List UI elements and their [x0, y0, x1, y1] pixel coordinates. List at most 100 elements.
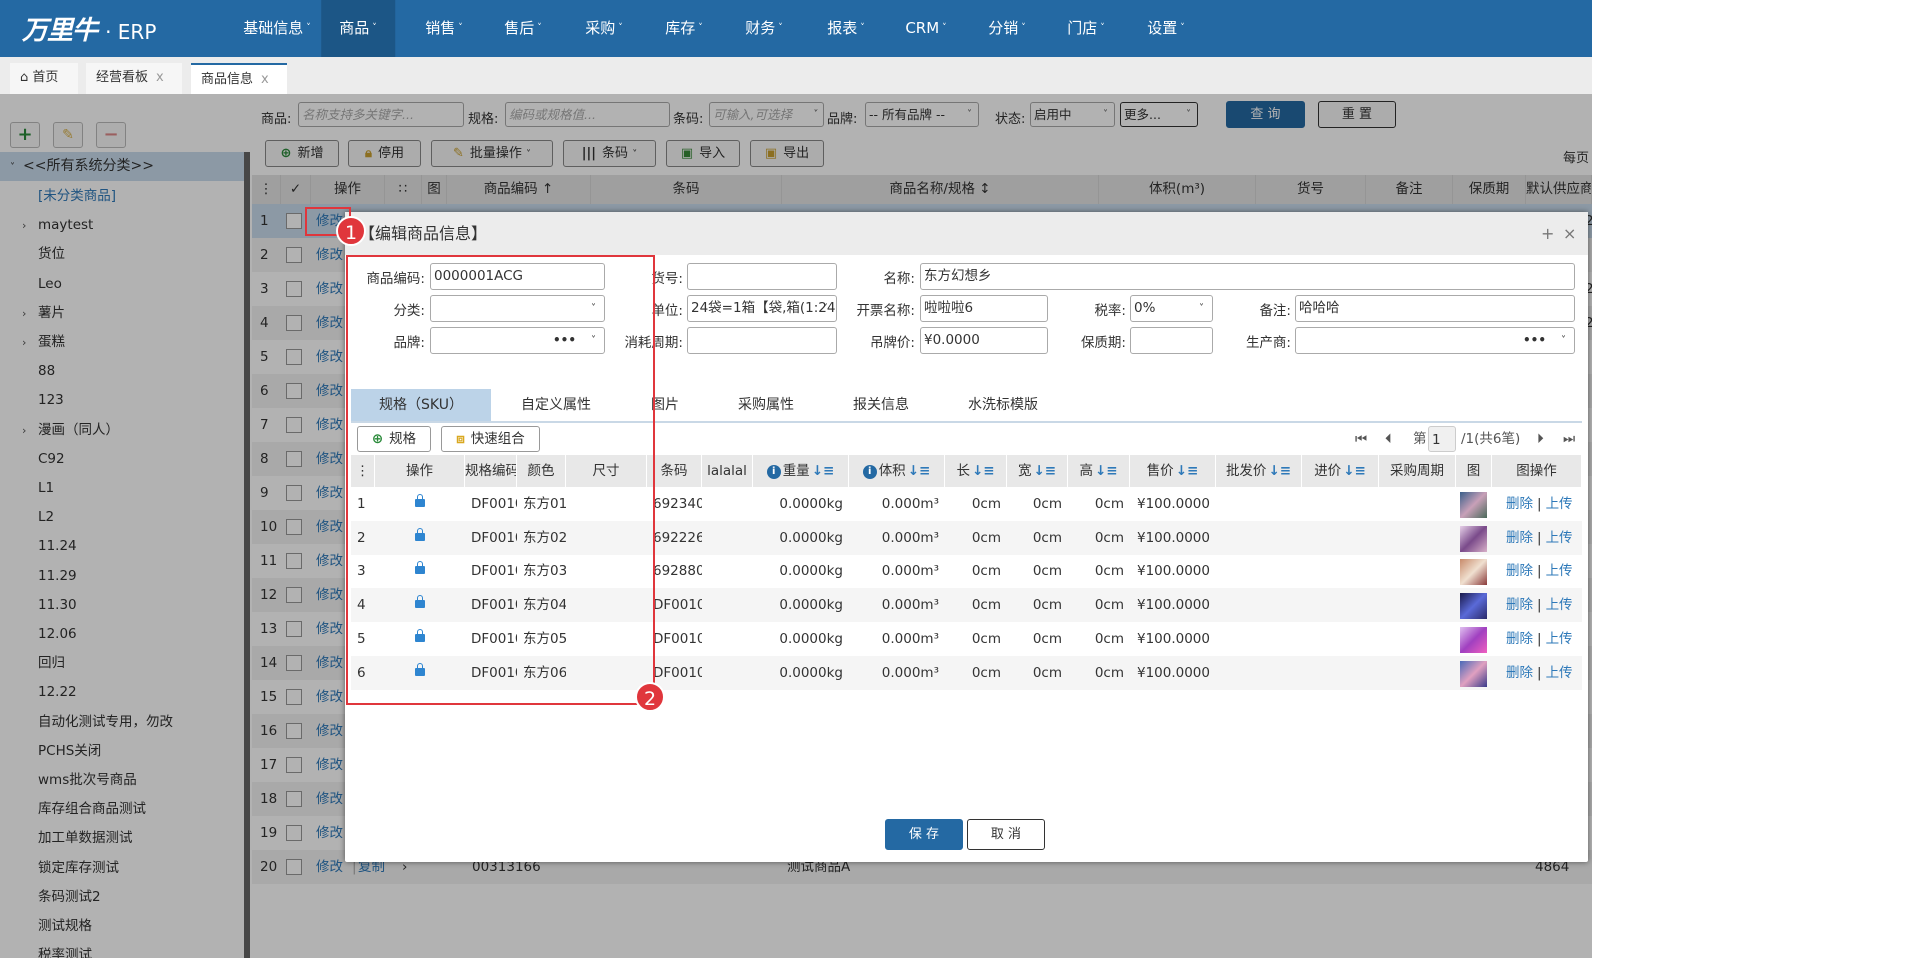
- delete-image-link[interactable]: 删除: [1506, 665, 1533, 681]
- chevron-down-icon[interactable]: ˅: [1561, 328, 1566, 353]
- sku-column-header[interactable]: 图: [1456, 455, 1492, 487]
- sort-icon[interactable]: ↓≡: [1343, 463, 1366, 479]
- tab-3[interactable]: 采购属性: [711, 389, 821, 421]
- home-icon: ⌂: [20, 70, 29, 85]
- upload-image-link[interactable]: 上传: [1546, 530, 1573, 546]
- sku-image-thumbnail[interactable]: [1460, 492, 1487, 518]
- sku-image-thumbnail[interactable]: [1460, 559, 1487, 586]
- spec-height: 0cm: [1094, 529, 1124, 546]
- delete-image-link[interactable]: 删除: [1506, 563, 1533, 579]
- spec-volume: 0.000m³: [881, 597, 939, 614]
- sku-column-header[interactable]: 图操作: [1492, 455, 1582, 487]
- nav-item[interactable]: 设置 ˅: [1147, 0, 1185, 57]
- sku-image-thumbnail[interactable]: [1460, 660, 1487, 687]
- chevron-down-icon[interactable]: ˅: [823, 296, 828, 321]
- sku-column-header[interactable]: 宽 ↓≡: [1007, 455, 1068, 487]
- sku-column-header[interactable]: 售价 ↓≡: [1130, 455, 1216, 487]
- spec-weight: 0.0000kg: [779, 630, 843, 647]
- sku-column-header[interactable]: 条码: [647, 455, 702, 487]
- upload-image-link[interactable]: 上传: [1546, 665, 1573, 681]
- tax-rate-select[interactable]: 0% ˅: [1130, 295, 1213, 322]
- field-label: 保质期:: [1080, 335, 1126, 351]
- upload-image-link[interactable]: 上传: [1546, 563, 1573, 579]
- sort-icon[interactable]: ↓≡: [972, 463, 995, 479]
- last-page-icon[interactable]: ⏭: [1563, 426, 1575, 452]
- tab-dashboard[interactable]: 经营看板 x: [86, 63, 182, 94]
- nav-item-label: 分销: [988, 19, 1019, 37]
- upload-image-link[interactable]: 上传: [1546, 496, 1573, 512]
- chevron-down-icon[interactable]: ˅: [1199, 296, 1204, 321]
- header-label: 长: [956, 463, 970, 479]
- sku-image-thumbnail[interactable]: [1460, 626, 1487, 653]
- sku-column-header[interactable]: 高 ↓≡: [1068, 455, 1130, 487]
- annotation-badge-1: 1: [336, 216, 366, 246]
- page-input[interactable]: 1: [1428, 426, 1456, 452]
- sort-icon[interactable]: ↓≡: [1033, 463, 1056, 479]
- nav-item[interactable]: 基础信息 ˅: [243, 0, 311, 57]
- first-page-icon[interactable]: ⏮: [1355, 426, 1367, 452]
- delete-image-link[interactable]: 删除: [1506, 631, 1533, 647]
- close-icon[interactable]: ×: [1563, 212, 1576, 255]
- save-button[interactable]: 保 存: [885, 819, 963, 850]
- more-icon[interactable]: •••: [1523, 328, 1546, 353]
- delete-image-link[interactable]: 删除: [1506, 530, 1533, 546]
- tab-4[interactable]: 报关信息: [831, 389, 931, 421]
- manufacturer-select[interactable]: ••• ˅: [1295, 327, 1575, 354]
- remark-input[interactable]: 哈哈哈: [1295, 295, 1575, 322]
- sort-icon[interactable]: ↓≡: [1095, 463, 1118, 479]
- nav-item[interactable]: 售后 ˅: [504, 0, 542, 57]
- nav-item[interactable]: 报表 ˅: [827, 0, 865, 57]
- sku-column-header[interactable]: lalalal: [702, 455, 753, 487]
- spec-weight: 0.0000kg: [779, 664, 843, 681]
- nav-item[interactable]: 财务 ˅: [745, 0, 783, 57]
- tag-price-input[interactable]: ¥0.0000: [920, 327, 1048, 354]
- nav-item[interactable]: 销售 ˅: [425, 0, 463, 57]
- sort-icon[interactable]: ↓≡: [908, 463, 931, 479]
- nav-item[interactable]: 库存 ˅: [665, 0, 703, 57]
- consume-cycle-input[interactable]: [687, 327, 837, 354]
- sku-image-thumbnail[interactable]: [1460, 525, 1487, 552]
- sku-column-header[interactable]: 进价 ↓≡: [1302, 455, 1379, 487]
- sku-column-header[interactable]: i 重量 ↓≡: [753, 455, 849, 487]
- tab-5[interactable]: 水洗标模版: [943, 389, 1063, 421]
- artno-input[interactable]: [687, 263, 837, 290]
- nav-item[interactable]: 分销 ˅: [988, 0, 1026, 57]
- delete-image-link[interactable]: 删除: [1506, 597, 1533, 613]
- upload-image-link[interactable]: 上传: [1546, 597, 1573, 613]
- spec-length: 0cm: [971, 597, 1001, 614]
- name-input[interactable]: 东方幻想乡: [920, 263, 1575, 290]
- maximize-icon[interactable]: +: [1541, 212, 1554, 255]
- upload-image-link[interactable]: 上传: [1546, 631, 1573, 647]
- sku-image-thumbnail[interactable]: [1460, 593, 1487, 620]
- close-icon[interactable]: x: [156, 70, 164, 85]
- nav-item[interactable]: 商品 ˅: [321, 0, 395, 57]
- shelf-life-input[interactable]: [1130, 327, 1213, 354]
- delete-image-link[interactable]: 删除: [1506, 496, 1533, 512]
- sort-icon[interactable]: ↓≡: [812, 463, 835, 479]
- sku-column-header[interactable]: 长 ↓≡: [945, 455, 1007, 487]
- cancel-button[interactable]: 取 消: [967, 819, 1045, 850]
- nav-item-label: 报表: [827, 19, 858, 37]
- close-icon[interactable]: x: [261, 72, 269, 87]
- sort-icon[interactable]: ↓≡: [1268, 463, 1291, 479]
- nav-item[interactable]: 采购 ˅: [585, 0, 623, 57]
- prev-page-icon[interactable]: ⏴: [1385, 426, 1392, 452]
- sku-column-header[interactable]: i 体积 ↓≡: [849, 455, 945, 487]
- top-nav: 万里牛 · ERP 基础信息 ˅ 商品 ˅ 销售 ˅ 售后 ˅ 采购 ˅ 库存 ˅ 财务 ˅ 报表 ˅ CRM ˅…: [0, 0, 1592, 57]
- spec-price: ¥100.0000: [1136, 529, 1210, 546]
- field-value: 东方幻想乡: [924, 268, 992, 284]
- tab-home[interactable]: ⌂ 首页: [10, 63, 78, 94]
- nav-item[interactable]: CRM ˅: [905, 0, 946, 57]
- sort-icon[interactable]: ↓≡: [1176, 463, 1199, 479]
- field-label: 单位:: [651, 303, 683, 319]
- tab-product-info[interactable]: 商品信息 x: [191, 63, 287, 94]
- next-page-icon[interactable]: ⏵: [1537, 426, 1544, 452]
- invoice-name-input[interactable]: 啦啦啦6: [920, 295, 1048, 322]
- sku-column-header[interactable]: 采购周期: [1379, 455, 1456, 487]
- sku-column-header[interactable]: 批发价 ↓≡: [1216, 455, 1302, 487]
- nav-item-label: 设置: [1147, 19, 1178, 37]
- nav-item[interactable]: 门店 ˅: [1067, 0, 1105, 57]
- spec-width: 0cm: [1032, 664, 1062, 681]
- unit-select[interactable]: 24袋=1箱【袋,箱(1:24)】˅: [687, 295, 837, 322]
- field-label: 税率:: [1094, 303, 1126, 319]
